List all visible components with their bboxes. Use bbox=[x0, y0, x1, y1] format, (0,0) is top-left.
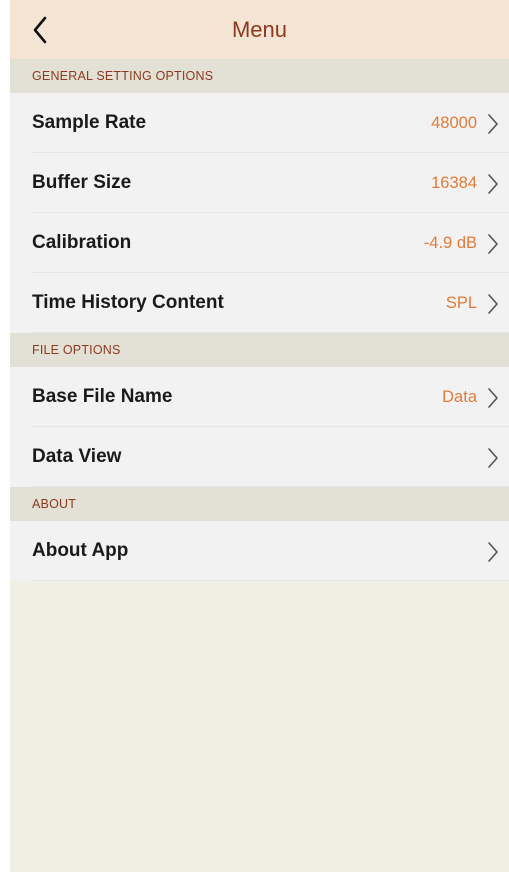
row-label: Data View bbox=[32, 446, 122, 467]
navigation-bar: Menu bbox=[10, 0, 509, 59]
chevron-right-icon bbox=[487, 233, 499, 255]
row-label: Time History Content bbox=[32, 292, 224, 313]
chevron-right-icon bbox=[487, 541, 499, 563]
row-base-file-name[interactable]: Base File Name Data bbox=[10, 367, 509, 427]
chevron-right-icon bbox=[487, 113, 499, 135]
chevron-right-icon bbox=[487, 447, 499, 469]
chevron-right-icon bbox=[487, 387, 499, 409]
row-label: Calibration bbox=[32, 232, 132, 253]
row-time-history-content[interactable]: Time History Content SPL bbox=[10, 273, 509, 333]
section-header-file: FILE OPTIONS bbox=[10, 333, 509, 367]
row-label: Buffer Size bbox=[32, 172, 132, 193]
row-value: 16384 bbox=[431, 174, 477, 192]
row-value: 48000 bbox=[431, 114, 477, 132]
row-buffer-size[interactable]: Buffer Size 16384 bbox=[10, 153, 509, 213]
row-label: Base File Name bbox=[32, 386, 173, 407]
row-data-view[interactable]: Data View bbox=[10, 427, 509, 487]
page-title: Menu bbox=[231, 17, 288, 42]
row-value: Data bbox=[442, 388, 477, 406]
chevron-right-icon bbox=[487, 293, 499, 315]
row-sample-rate[interactable]: Sample Rate 48000 bbox=[10, 93, 509, 153]
row-calibration[interactable]: Calibration -4.9 dB bbox=[10, 213, 509, 273]
row-label: About App bbox=[32, 540, 129, 561]
row-value: -4.9 dB bbox=[423, 234, 477, 252]
row-label: Sample Rate bbox=[32, 112, 147, 133]
row-about-app[interactable]: About App bbox=[10, 521, 509, 581]
section-header-about: ABOUT bbox=[10, 487, 509, 521]
row-value: SPL bbox=[445, 294, 477, 312]
menu-screen: Menu GENERAL SETTING OPTIONS Sample Rate… bbox=[10, 0, 509, 872]
chevron-right-icon bbox=[487, 173, 499, 195]
section-header-general: GENERAL SETTING OPTIONS bbox=[10, 59, 509, 93]
